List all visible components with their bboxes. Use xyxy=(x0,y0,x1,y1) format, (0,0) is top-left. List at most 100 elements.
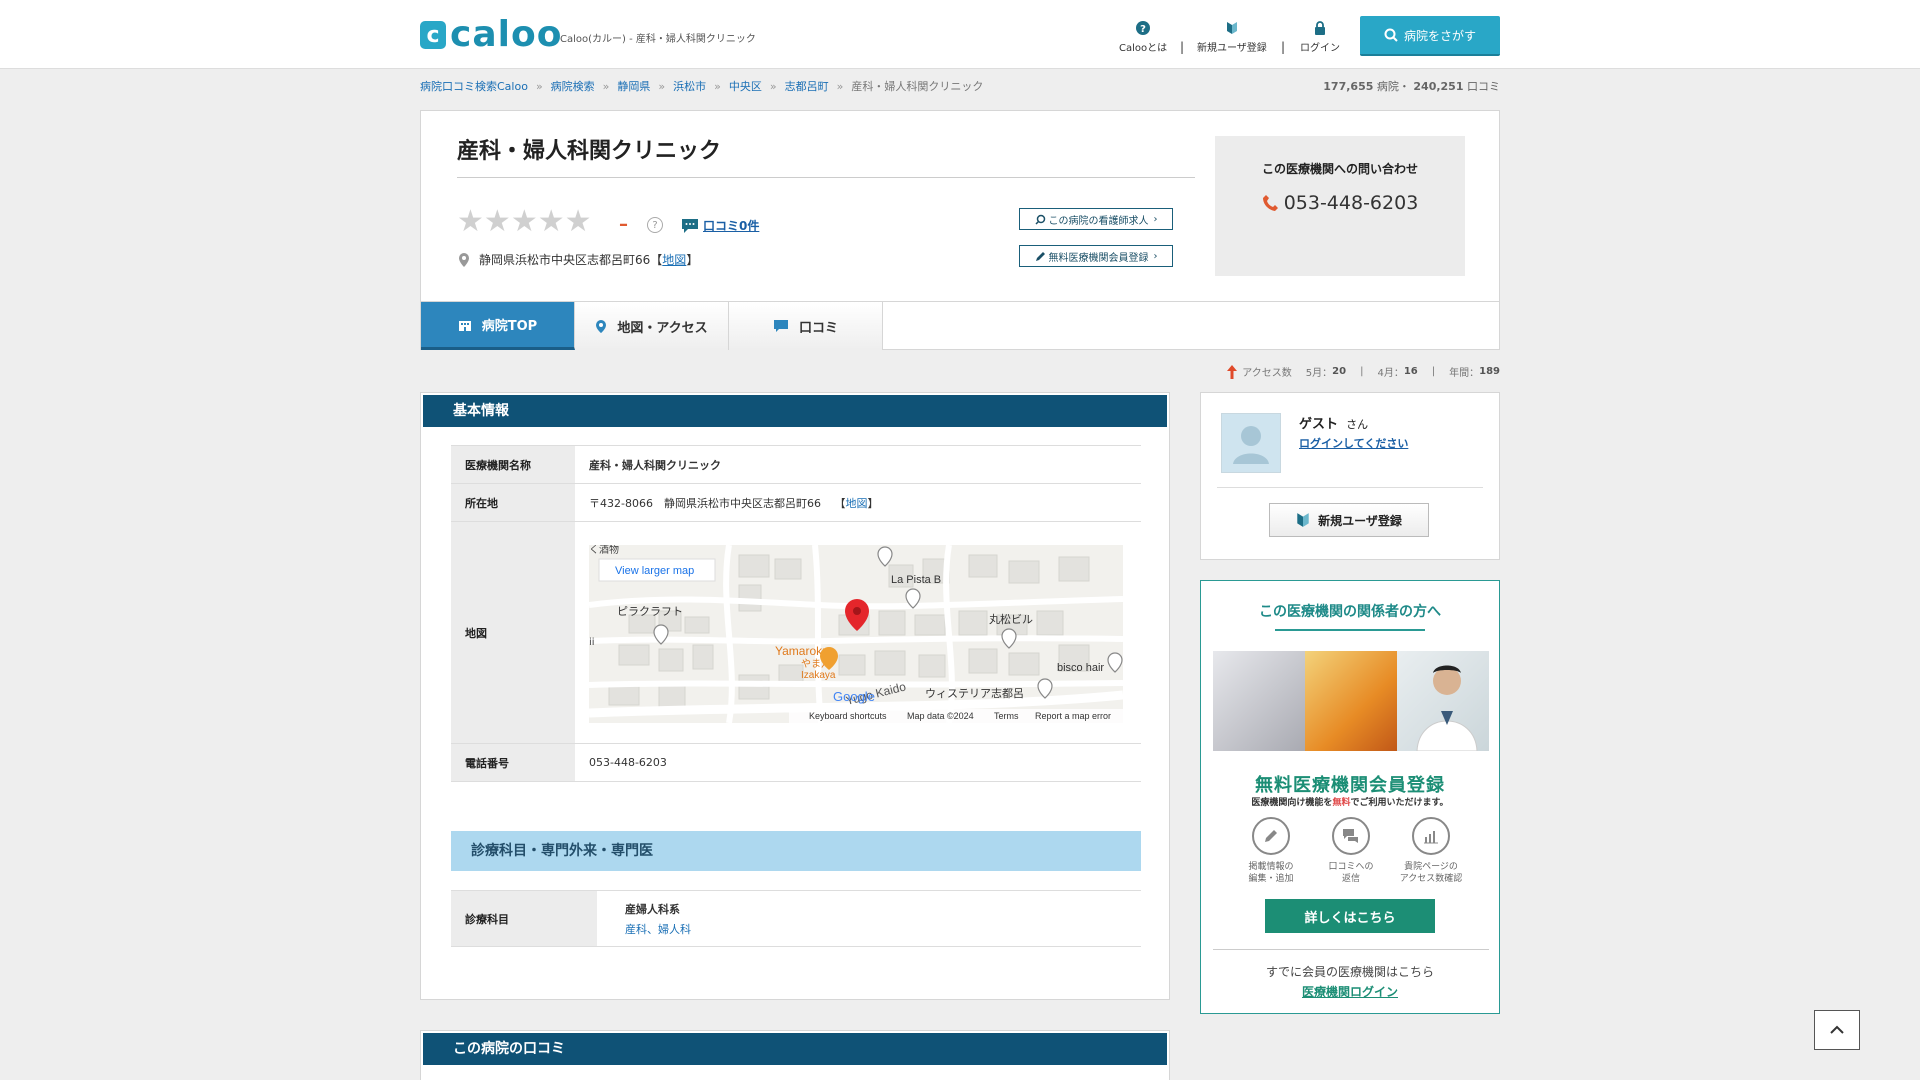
reviews-heading: この病院の口コミ xyxy=(423,1033,1167,1065)
rating-help-icon[interactable]: ? xyxy=(647,217,663,233)
review-count-unit: 口コミ xyxy=(1467,80,1500,93)
nav-register[interactable]: 新規ユーザ登録 xyxy=(1197,20,1267,54)
breadcrumb-sep: » xyxy=(535,79,543,93)
free-member-button[interactable]: 無料医療機関会員登録 › xyxy=(1019,245,1173,267)
pencil-icon xyxy=(1252,817,1290,855)
title-divider xyxy=(457,177,1195,178)
login-link[interactable]: ログインしてください xyxy=(1299,435,1408,451)
promo-photo xyxy=(1213,651,1489,752)
contact-phone[interactable]: 053-448-6203 xyxy=(1215,192,1465,214)
map-bracket-close: 】 xyxy=(867,496,879,510)
logo-subtitle: Caloo(カルー) - 産科・婦人科関クリニック xyxy=(560,34,756,45)
back-to-top-button[interactable] xyxy=(1814,1010,1860,1050)
map-label: bisco hair xyxy=(1057,662,1104,674)
view-larger-map-link: View larger map xyxy=(615,565,694,577)
user-greeting: ゲスト さん xyxy=(1299,413,1368,432)
nurse-jobs-label: この病院の看護師求人 xyxy=(1048,215,1149,227)
map-footer-link: Map data ©2024 xyxy=(907,711,974,721)
table-row: 診療科目 産婦人科系 産科、婦人科 xyxy=(451,890,1141,947)
nav-login[interactable]: ログイン xyxy=(1300,20,1340,54)
map-label: ウィステリア志都呂 xyxy=(925,687,1024,700)
waiting-room-photo xyxy=(1305,651,1397,751)
row-key: 医療機関名称 xyxy=(451,445,575,484)
hospital-count: 177,655 xyxy=(1323,80,1374,93)
beginner-icon xyxy=(1297,513,1309,527)
access-sep: | xyxy=(1431,366,1436,377)
medical-login-link[interactable]: 医療機関ログイン xyxy=(1201,983,1499,1000)
lock-icon xyxy=(1313,20,1328,35)
row-value: 産科・婦人科関クリニック xyxy=(575,445,1141,484)
nurse-jobs-button[interactable]: この病院の看護師求人 › xyxy=(1019,208,1173,230)
row-key: 地図 xyxy=(451,521,575,744)
arrow-up-icon xyxy=(1227,364,1238,379)
map-label: Izakaya xyxy=(801,670,836,681)
breadcrumb-link[interactable]: 中央区 xyxy=(729,78,762,94)
site-counts: 177,655 病院・ 240,251 口コミ xyxy=(1323,78,1500,94)
search-hospital-button[interactable]: 病院をさがす xyxy=(1360,16,1500,56)
feature-label: 貴院ページの xyxy=(1404,862,1458,872)
address-map-link[interactable]: 地図 xyxy=(662,251,686,268)
stethoscope-photo xyxy=(1213,651,1305,751)
search-icon xyxy=(1384,28,1398,42)
department-link[interactable]: 産科、婦人科 xyxy=(625,923,691,936)
feature-label: 口コミへの xyxy=(1328,862,1374,872)
svg-text:?: ? xyxy=(1140,24,1146,35)
rating-value: – xyxy=(619,214,628,235)
clinic-address: 静岡県浜松市中央区志都呂町66 【 地図 】 xyxy=(457,251,698,268)
breadcrumb-link[interactable]: 浜松市 xyxy=(673,78,706,94)
table-row: 医療機関名称 産科・婦人科関クリニック xyxy=(451,445,1141,484)
tab-map-access[interactable]: 地図・アクセス xyxy=(575,302,729,350)
table-map-link[interactable]: 地図 xyxy=(845,497,867,510)
map-label: La Pista B xyxy=(891,574,941,586)
contact-phone-number: 053-448-6203 xyxy=(1283,192,1419,214)
embedded-map[interactable]: View larger map く酒物 ii La Pista B 丸松ビル ピ… xyxy=(589,544,1123,723)
nav-about[interactable]: ? Calooとは xyxy=(1119,20,1167,54)
reviews-panel: この病院の口コミ xyxy=(420,1030,1170,1080)
details-button[interactable]: 詳しくはこちら xyxy=(1265,899,1435,933)
search-hospital-label: 病院をさがす xyxy=(1403,28,1476,43)
departments-heading: 診療科目・専門外来・専門医 xyxy=(451,831,1141,871)
basic-info-panel: 基本情報 医療機関名称 産科・婦人科関クリニック 所在地 〒432-8066 静… xyxy=(420,392,1170,1000)
row-value: View larger map く酒物 ii La Pista B 丸松ビル ピ… xyxy=(575,521,1141,744)
promo-feature-reply: 口コミへの 返信 xyxy=(1311,817,1391,885)
nav-separator: | xyxy=(1180,40,1185,54)
rating-stars: ★ ★ ★ ★ ★ xyxy=(457,207,592,237)
breadcrumb-link[interactable]: 病院検索 xyxy=(551,78,595,94)
chevron-right-icon: › xyxy=(1153,213,1158,225)
hospital-count-unit: 病院・ xyxy=(1376,80,1410,93)
access-year: 189 xyxy=(1479,366,1500,377)
doctor-photo xyxy=(1397,651,1489,752)
address-text: 静岡県浜松市中央区志都呂町66 xyxy=(479,253,651,267)
access-apr: 16 xyxy=(1403,366,1418,377)
map-edge-label: く酒物 xyxy=(589,545,619,556)
star-icon: ★ xyxy=(483,204,511,239)
chart-icon xyxy=(1412,817,1450,855)
free-member-label: 無料医療機関会員登録 xyxy=(1048,252,1149,264)
breadcrumb-link[interactable]: 志都呂町 xyxy=(785,78,829,94)
clinic-card: 産科・婦人科関クリニック ★ ★ ★ ★ ★ – ? 口コミ0件 静岡県浜松市中央区志都… xyxy=(420,110,1500,350)
logo-mark: c xyxy=(420,21,446,49)
access-sep: | xyxy=(1360,366,1364,377)
breadcrumb-sep: » xyxy=(658,79,666,93)
table-row: 所在地 〒432-8066 静岡県浜松市中央区志都呂町66 【地図】 xyxy=(451,483,1141,522)
review-count-label: 口コミ0件 xyxy=(703,219,760,233)
tab-reviews[interactable]: 口コミ xyxy=(729,302,883,350)
tab-hospital-top[interactable]: 病院TOP xyxy=(421,302,575,350)
tab-map-access-label: 地図・アクセス xyxy=(617,320,708,336)
review-count: 240,251 xyxy=(1413,80,1464,93)
nav-about-label: Calooとは xyxy=(1119,43,1168,54)
caloo-logo[interactable]: c caloo xyxy=(420,17,562,53)
access-may: 20 xyxy=(1332,366,1347,377)
register-button[interactable]: 新規ユーザ登録 xyxy=(1269,503,1429,537)
map-label: Google xyxy=(833,689,875,704)
breadcrumb-link[interactable]: 静岡県 xyxy=(617,78,650,94)
access-apr-label: 4月： xyxy=(1377,368,1404,379)
chevron-right-icon: › xyxy=(1153,250,1158,262)
row-value: 053-448-6203 xyxy=(575,743,1141,782)
row-key: 電話番号 xyxy=(451,743,575,782)
divider xyxy=(1213,949,1489,950)
breadcrumb-link[interactable]: 病院口コミ検索Caloo xyxy=(420,78,528,94)
review-count-link[interactable]: 口コミ0件 xyxy=(681,217,759,234)
user-box: ゲスト さん ログインしてください 新規ユーザ登録 xyxy=(1200,392,1500,560)
breadcrumb-sep: » xyxy=(836,79,844,93)
